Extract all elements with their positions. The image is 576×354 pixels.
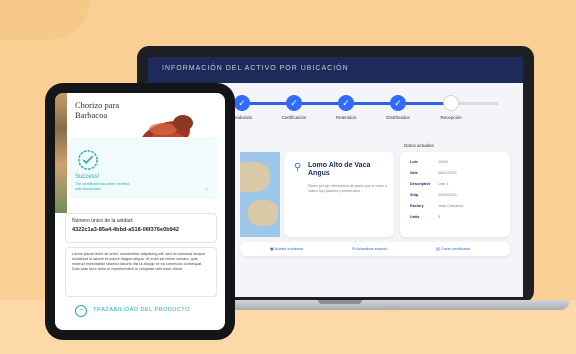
detail-row: Units 3 <box>410 215 441 219</box>
map-view[interactable] <box>240 152 280 237</box>
traceability-button[interactable]: − TRAZABILIDAD DEL PRODUCTO <box>75 303 205 319</box>
unit-id-value: 4322c1a3-85a4-4bbd-a518-06f376e0b942 <box>72 227 179 233</box>
detail-row: Factory Juan Camacho <box>410 204 464 208</box>
add-evidence-button[interactable]: ▣ Added evidence <box>270 246 303 251</box>
location-pin-icon: ⚲ <box>294 162 302 173</box>
step-distributed[interactable]: ✓ <box>390 95 406 111</box>
location-description: Paseo por ger informacion de grano que t… <box>308 184 387 193</box>
tablet-screen: Chorizo para Barbacoa Success! The certi… <box>55 93 225 330</box>
verified-badge-icon <box>78 150 98 170</box>
section-heading: Datos actuales <box>404 143 434 148</box>
unit-id-card: Número único de la unidad: 4322c1a3-85a4… <box>65 213 217 243</box>
app-title: INFORMACIÓN DEL ACTIVO POR UBICACIÓN <box>162 65 349 72</box>
food-photo-strip <box>55 93 67 213</box>
laptop-notch <box>318 300 362 304</box>
detail-row: Sale 08/02/2021 <box>410 171 458 175</box>
success-message: The certificate has been verified with b… <box>75 182 129 191</box>
product-description: Lorem ipsum dolor sit amet, consectetur … <box>72 252 206 271</box>
create-certificate-button[interactable]: ▤ Crear certificado <box>436 246 470 251</box>
success-title: Success! <box>75 174 100 180</box>
update-status-button[interactable]: ⟳ Actualizar estado <box>352 246 387 251</box>
details-card: Lote 10011 Sale 08/02/2021 Descriptive Lote… <box>400 152 510 237</box>
product-title: Chorizo para Barbacoa <box>75 100 120 120</box>
step-label: Retenidos <box>335 115 357 120</box>
action-bar: ▣ Added evidence ⟳ Actualizar estado ▤ C… <box>240 242 510 256</box>
check-icon: ✓ <box>342 97 350 108</box>
location-title: Lomo Alto de Vaca Angus <box>308 162 371 177</box>
step-produced[interactable]: ✓ <box>234 95 250 111</box>
traceability-label: TRAZABILIDAD DEL PRODUCTO <box>93 307 190 313</box>
step-label: Distribuidos <box>386 115 410 120</box>
detail-row: Ship 09/05/2021 <box>410 193 458 197</box>
step-retained[interactable]: ✓ <box>338 95 354 111</box>
unit-id-label: Número único de la unidad: <box>72 218 134 224</box>
minus-circle-icon: − <box>75 305 87 317</box>
step-reception[interactable] <box>443 95 459 111</box>
check-icon: ✓ <box>290 97 298 108</box>
app-header: INFORMACIÓN DEL ACTIVO POR UBICACIÓN <box>148 57 523 83</box>
location-card: ⚲ Lomo Alto de Vaca Angus Paseo por ger … <box>284 152 394 237</box>
zoom-icon[interactable]: ⌕ <box>205 187 208 194</box>
check-icon: ✓ <box>394 97 402 108</box>
detail-row: Lote 10011 <box>410 160 449 164</box>
map-land <box>248 200 278 226</box>
step-label: Certificación <box>281 115 307 120</box>
step-certification[interactable]: ✓ <box>286 95 302 111</box>
step-label: Recepción <box>440 115 462 120</box>
check-icon: ✓ <box>238 97 246 108</box>
description-card: Lorem ipsum dolor sit amet, consectetur … <box>65 247 217 297</box>
map-land <box>240 162 270 192</box>
detail-row: Descriptive Lote 1 <box>410 182 449 186</box>
success-panel: Success! The certificate has been verifi… <box>67 137 217 199</box>
